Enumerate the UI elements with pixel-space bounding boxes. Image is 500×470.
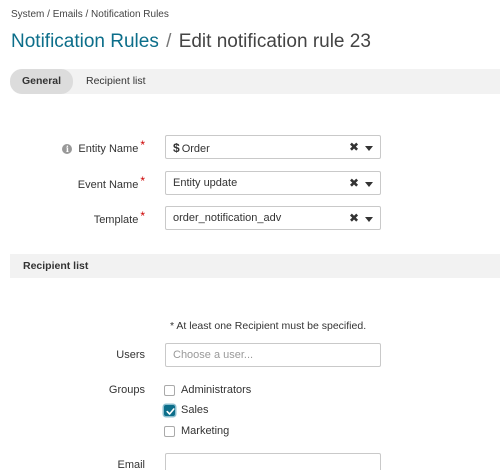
breadcrumb-separator: / bbox=[85, 9, 89, 20]
checkbox[interactable] bbox=[164, 426, 175, 437]
required-marker: * bbox=[140, 174, 145, 188]
entity-name-label: i Entity Name * bbox=[62, 138, 145, 155]
clear-icon[interactable]: ✖ bbox=[349, 176, 359, 190]
breadcrumb-item-notification-rules[interactable]: Notification Rules bbox=[91, 9, 169, 20]
tab-general[interactable]: General bbox=[10, 69, 73, 94]
event-name-row: Event Name * Entity update ✖ bbox=[0, 171, 500, 195]
entity-name-row: i Entity Name * $ Order ✖ bbox=[0, 135, 500, 159]
breadcrumb-item-system[interactable]: System bbox=[11, 9, 44, 20]
tab-recipient-list[interactable]: Recipient list bbox=[86, 69, 146, 94]
required-marker: * bbox=[140, 138, 145, 152]
template-label: Template * bbox=[93, 209, 145, 226]
recipient-required-note: * At least one Recipient must be specifi… bbox=[170, 320, 367, 332]
page-title-entity-link[interactable]: Notification Rules bbox=[11, 31, 159, 52]
breadcrumb: System / Emails / Notification Rules bbox=[11, 9, 169, 20]
info-icon[interactable]: i bbox=[62, 144, 73, 154]
entity-name-value: Order bbox=[181, 143, 210, 155]
section-recipient-list-header: Recipient list bbox=[10, 254, 500, 278]
users-label: Users bbox=[116, 349, 145, 361]
event-name-value: Entity update bbox=[173, 177, 238, 189]
clear-icon[interactable]: ✖ bbox=[349, 211, 359, 225]
tab-bar: General Recipient list bbox=[10, 69, 500, 94]
template-select[interactable]: order_notification_adv ✖ bbox=[165, 206, 381, 230]
checkbox-checked[interactable] bbox=[164, 405, 175, 416]
caret-down-icon[interactable] bbox=[365, 182, 373, 187]
breadcrumb-separator: / bbox=[47, 9, 50, 20]
caret-down-icon[interactable] bbox=[365, 146, 373, 151]
event-name-select[interactable]: Entity update ✖ bbox=[165, 171, 381, 195]
breadcrumb-item-emails[interactable]: Emails bbox=[53, 9, 83, 20]
required-marker: * bbox=[140, 209, 145, 223]
page-title-action: Edit notification rule 23 bbox=[178, 31, 371, 52]
page-title-separator: / bbox=[166, 31, 172, 52]
checkbox[interactable] bbox=[164, 385, 175, 396]
checkmark-icon bbox=[166, 408, 175, 415]
entity-name-select[interactable]: $ Order ✖ bbox=[165, 135, 381, 159]
clear-icon[interactable]: ✖ bbox=[349, 140, 359, 154]
caret-down-icon[interactable] bbox=[365, 217, 373, 222]
entity-prefix-icon: $ bbox=[173, 141, 180, 155]
event-name-label: Event Name * bbox=[77, 174, 145, 191]
users-input[interactable] bbox=[165, 343, 381, 367]
template-row: Template * order_notification_adv ✖ bbox=[0, 206, 500, 230]
email-input[interactable] bbox=[165, 453, 381, 470]
template-value: order_notification_adv bbox=[173, 212, 282, 224]
page-title: Notification Rules / Edit notification r… bbox=[11, 31, 371, 53]
email-label: Email bbox=[117, 459, 145, 470]
groups-label: Groups bbox=[108, 384, 145, 396]
